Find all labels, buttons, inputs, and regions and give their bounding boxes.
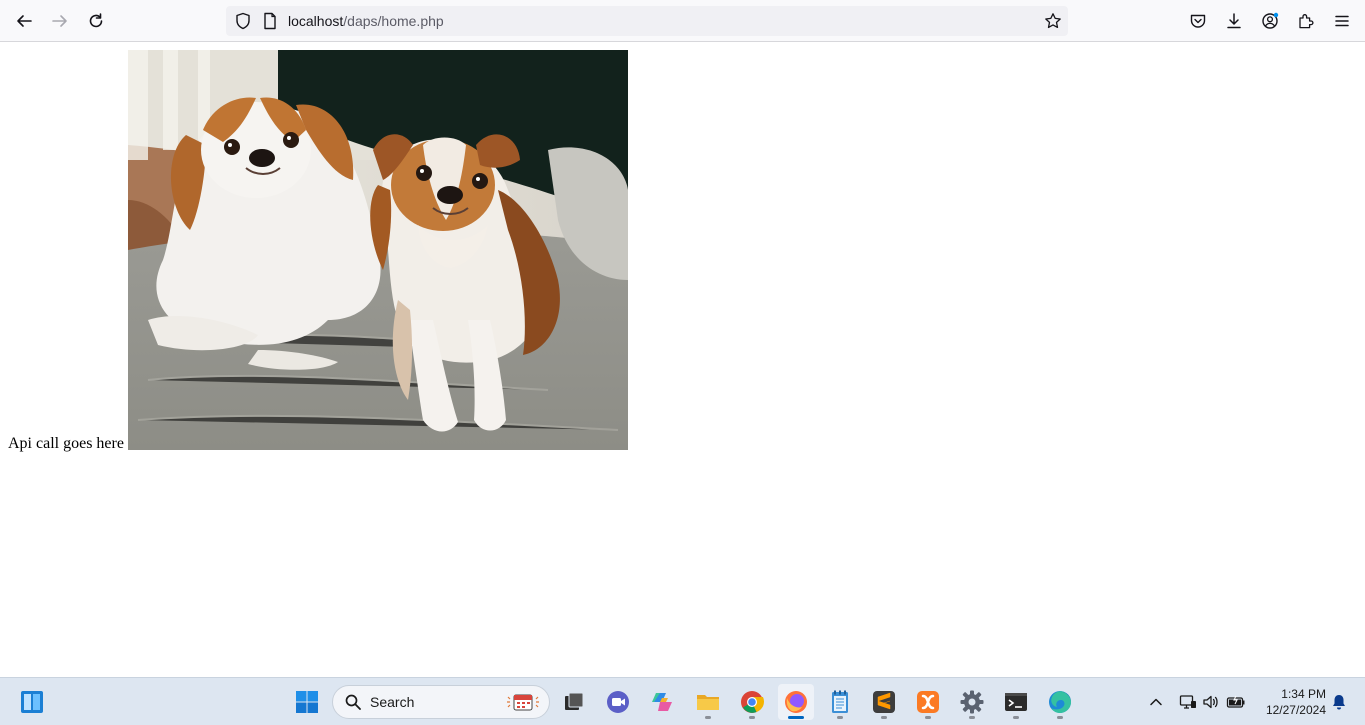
- running-indicator: [881, 716, 887, 719]
- notifications-button[interactable]: [1329, 692, 1349, 712]
- running-indicator: [749, 716, 755, 719]
- dogs-photo: [128, 50, 628, 450]
- reload-icon: [89, 13, 103, 28]
- clock-date: 12/27/2024: [1265, 703, 1326, 717]
- system-clock[interactable]: 1:34 PM 12/27/2024: [1256, 686, 1326, 718]
- windows-logo-icon: [296, 691, 318, 713]
- speaker-icon: [1203, 695, 1218, 709]
- battery-charging-icon: [1226, 695, 1245, 708]
- firefox-icon: [785, 691, 807, 713]
- running-indicator: [1013, 716, 1019, 719]
- widgets-icon: [21, 691, 43, 713]
- copilot-button[interactable]: [645, 684, 681, 720]
- chevron-up-icon: [1150, 698, 1162, 706]
- url-path: /daps/home.php: [343, 13, 444, 29]
- search-highlight-calendar-icon: [507, 694, 539, 711]
- folder-icon: [697, 695, 719, 710]
- video-chat-icon: [607, 691, 629, 713]
- teams-chat-button[interactable]: [600, 684, 636, 720]
- forward-button[interactable]: [45, 6, 75, 36]
- xampp-icon: [917, 691, 939, 713]
- hamburger-menu-icon: [1335, 15, 1349, 27]
- url-text[interactable]: localhost/daps/home.php: [288, 13, 444, 29]
- clock-time: 1:34 PM: [1281, 687, 1326, 701]
- terminal-button[interactable]: [998, 684, 1034, 720]
- pocket-button[interactable]: [1183, 6, 1213, 36]
- running-indicator: [1057, 716, 1063, 719]
- menu-button[interactable]: [1327, 6, 1357, 36]
- search-icon: [345, 694, 361, 710]
- chrome-button[interactable]: [734, 684, 770, 720]
- bookmark-star-icon[interactable]: [1044, 12, 1062, 30]
- widgets-button[interactable]: [14, 684, 50, 720]
- browser-toolbar: localhost/daps/home.php: [0, 0, 1365, 42]
- copilot-icon: [652, 693, 672, 711]
- extensions-button[interactable]: [1291, 6, 1321, 36]
- back-button[interactable]: [9, 6, 39, 36]
- network-status[interactable]: [1178, 692, 1198, 712]
- tracking-protection-shield-icon[interactable]: [234, 12, 252, 30]
- firefox-button[interactable]: [778, 684, 814, 720]
- back-arrow-icon: [17, 15, 32, 27]
- network-icon: [1179, 695, 1196, 709]
- notepad-button[interactable]: [822, 684, 858, 720]
- running-indicator: [705, 716, 711, 719]
- running-indicator: [969, 716, 975, 719]
- download-icon: [1227, 13, 1241, 29]
- forward-arrow-icon: [52, 15, 67, 27]
- settings-button[interactable]: [954, 684, 990, 720]
- task-view-icon: [565, 692, 584, 710]
- task-view-button[interactable]: [556, 684, 592, 720]
- edge-button[interactable]: [1042, 684, 1078, 720]
- page-content: Api call goes here: [0, 42, 1365, 677]
- bell-icon: [1333, 695, 1345, 710]
- dogs-image: [128, 50, 628, 450]
- running-indicator: [925, 716, 931, 719]
- reload-button[interactable]: [81, 6, 111, 36]
- taskbar: Search 1:34 PM 12/27/2024: [0, 677, 1365, 725]
- account-icon: [1262, 12, 1279, 29]
- taskbar-search[interactable]: Search: [332, 685, 550, 719]
- sublime-text-icon: [873, 691, 895, 713]
- search-label: Search: [370, 694, 415, 710]
- gear-icon: [960, 690, 984, 714]
- show-hidden-icons-button[interactable]: [1146, 692, 1166, 712]
- sublime-text-button[interactable]: [866, 684, 902, 720]
- account-button[interactable]: [1255, 6, 1285, 36]
- url-bar[interactable]: localhost/daps/home.php: [226, 6, 1068, 36]
- start-button[interactable]: [289, 684, 325, 720]
- api-call-text: Api call goes here: [8, 435, 124, 452]
- file-explorer-button[interactable]: [690, 684, 726, 720]
- pocket-icon: [1190, 14, 1206, 28]
- terminal-icon: [1005, 693, 1027, 711]
- page-info-icon[interactable]: [262, 12, 278, 30]
- running-indicator: [837, 716, 843, 719]
- battery-status[interactable]: [1226, 692, 1246, 712]
- notepad-icon: [832, 690, 848, 713]
- edge-icon: [1049, 691, 1071, 713]
- downloads-button[interactable]: [1219, 6, 1249, 36]
- url-host: localhost: [288, 13, 344, 29]
- chrome-icon: [741, 691, 764, 713]
- volume-control[interactable]: [1201, 692, 1221, 712]
- puzzle-piece-icon: [1299, 14, 1314, 29]
- xampp-button[interactable]: [910, 684, 946, 720]
- active-indicator: [788, 716, 804, 719]
